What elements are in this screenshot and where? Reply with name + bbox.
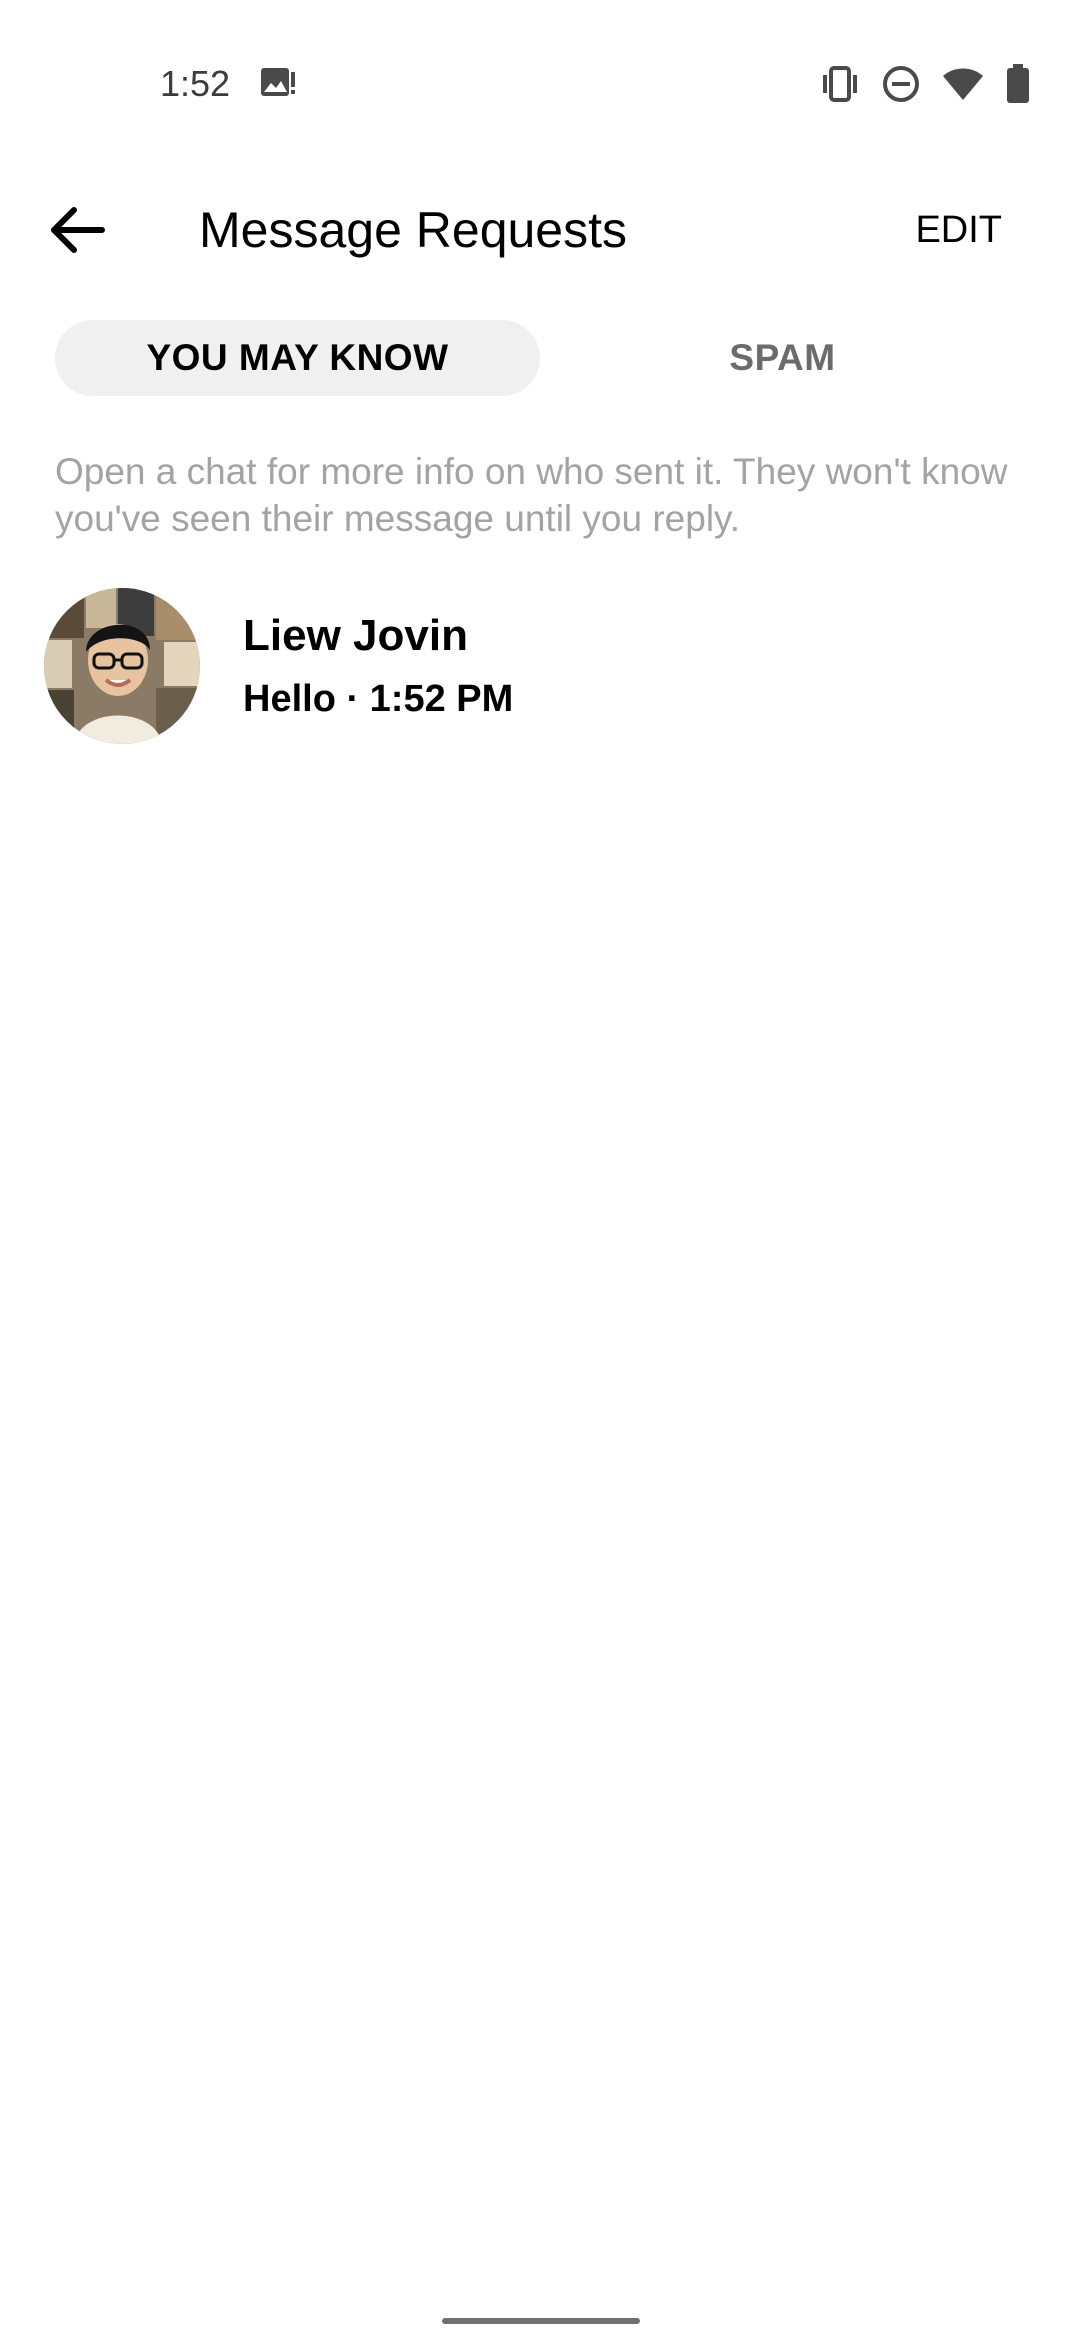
tab-you-may-know[interactable]: YOU MAY KNOW (55, 320, 540, 396)
status-time: 1:52 (160, 63, 231, 104)
back-button[interactable] (40, 192, 116, 268)
home-indicator[interactable] (442, 2318, 640, 2324)
info-text: Open a chat for more info on who sent it… (55, 451, 1008, 539)
arrow-left-icon (51, 207, 105, 253)
wifi-icon (942, 66, 984, 102)
battery-icon (1006, 64, 1030, 104)
do-not-disturb-icon (882, 65, 920, 103)
message-preview: Hello · 1:52 PM (243, 678, 514, 720)
conversation-row[interactable]: Liew Jovin Hello · 1:52 PM (0, 580, 1080, 750)
page-title: Message Requests (199, 202, 628, 258)
vibrate-icon (820, 66, 860, 102)
app-header: Message Requests EDIT (0, 170, 1080, 290)
avatar (44, 588, 200, 744)
photo-notification-icon (258, 64, 298, 104)
sender-name: Liew Jovin (243, 611, 468, 660)
status-bar: 1:52 (0, 0, 1080, 170)
status-icons (820, 62, 1030, 106)
request-tabs: YOU MAY KNOW SPAM (55, 320, 1025, 396)
edit-button[interactable]: EDIT (915, 192, 1002, 268)
tab-spam[interactable]: SPAM (540, 320, 1025, 396)
